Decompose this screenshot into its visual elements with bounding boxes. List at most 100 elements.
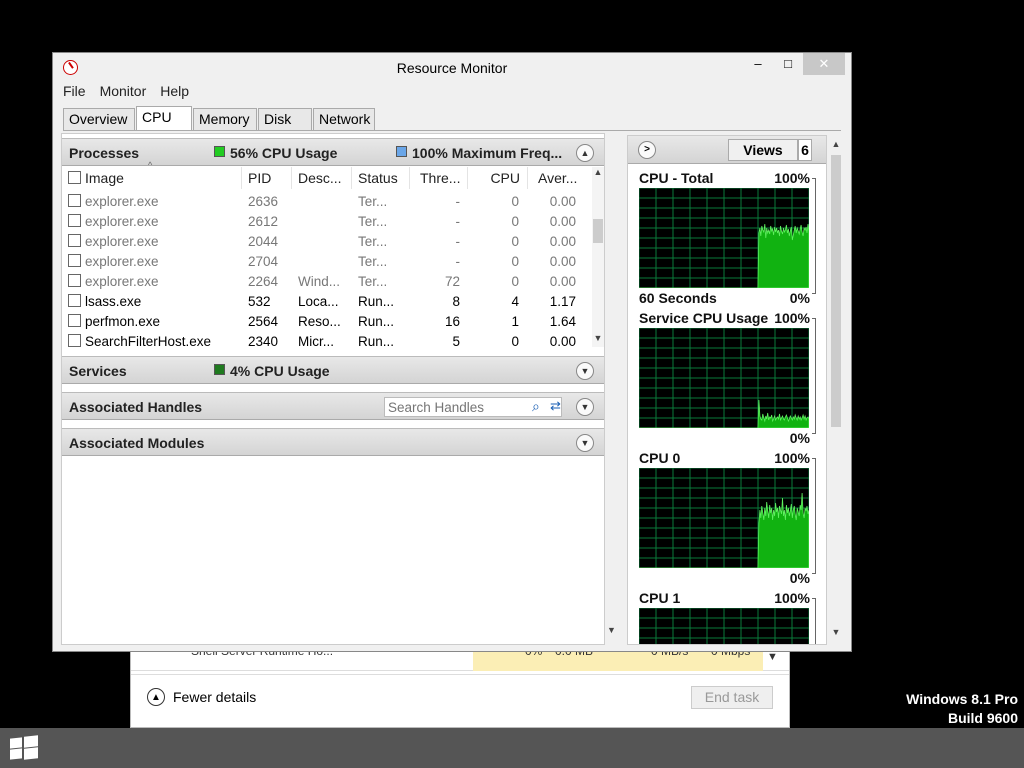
fewer-details-button[interactable]: ▲ Fewer details xyxy=(147,688,256,706)
column-threads[interactable]: Thre... xyxy=(410,167,468,189)
chevron-down-icon[interactable]: ▼ xyxy=(576,398,594,416)
process-row[interactable]: explorer.exe 2612 Ter... - 0 0.00 xyxy=(62,212,592,232)
process-status: Ter... xyxy=(358,254,388,269)
title-bar[interactable]: Resource Monitor – □ ✕ xyxy=(53,53,851,81)
modules-section-header[interactable]: Associated Modules ▼ xyxy=(62,428,604,456)
process-row[interactable]: perfmon.exe 2564 Reso... Run... 16 1 1.64 xyxy=(62,312,592,332)
menu-file[interactable]: File xyxy=(63,83,86,103)
process-checkbox[interactable] xyxy=(68,314,81,327)
refresh-icon[interactable]: ⇄ xyxy=(550,398,566,414)
scroll-thumb[interactable] xyxy=(593,219,603,243)
process-checkbox[interactable] xyxy=(68,234,81,247)
collapse-pane-icon[interactable]: > xyxy=(638,141,656,159)
tab-memory[interactable]: Memory xyxy=(193,108,257,130)
tab-network[interactable]: Network xyxy=(313,108,375,130)
process-status: Ter... xyxy=(358,234,388,249)
task-manager-footer: ▲ Fewer details End task xyxy=(131,674,789,724)
process-description: Loca... xyxy=(298,294,339,309)
start-button[interactable] xyxy=(10,735,38,760)
process-cpu: 4 xyxy=(511,294,519,309)
process-checkbox[interactable] xyxy=(68,214,81,227)
services-section-header[interactable]: Services 4% CPU Usage ▼ xyxy=(62,356,604,384)
processes-title: Processes xyxy=(69,145,140,161)
column-pid[interactable]: PID xyxy=(242,167,292,189)
process-average-cpu: 1.64 xyxy=(549,314,576,329)
process-row[interactable]: lsass.exe 532 Loca... Run... 8 4 1.17 xyxy=(62,292,592,312)
process-checkbox[interactable] xyxy=(68,334,81,347)
left-pane-scrollbar[interactable]: ▼ xyxy=(605,135,617,645)
close-button[interactable]: ✕ xyxy=(803,53,845,75)
process-pid: 2044 xyxy=(248,234,279,249)
select-all-checkbox[interactable] xyxy=(68,171,81,184)
process-average-cpu: 0.00 xyxy=(549,234,576,249)
process-image: explorer.exe xyxy=(85,214,159,229)
end-task-button[interactable]: End task xyxy=(691,686,773,709)
process-row[interactable]: explorer.exe 2264 Wind... Ter... 72 0 0.00 xyxy=(62,272,592,292)
menu-help[interactable]: Help xyxy=(160,83,189,103)
process-description: Wind... xyxy=(298,274,341,289)
usage-graph xyxy=(639,188,809,288)
processes-section-header[interactable]: Processes 56% CPU Usage 100% Maximum Fre… xyxy=(62,138,604,166)
maximize-button[interactable]: □ xyxy=(773,53,803,75)
scroll-down-icon[interactable]: ▼ xyxy=(829,627,843,637)
tab-bar: Overview CPU Memory Disk Network xyxy=(63,106,376,130)
cpu-usage-label: 56% CPU Usage xyxy=(230,145,338,161)
process-image: SearchFilterHost.exe xyxy=(85,334,212,349)
process-row[interactable]: explorer.exe 2636 Ter... - 0 0.00 xyxy=(62,192,592,212)
process-checkbox[interactable] xyxy=(68,194,81,207)
views-dropdown[interactable]: 6 xyxy=(798,139,812,161)
scroll-down-icon[interactable]: ▼ xyxy=(592,333,604,343)
chevron-down-icon[interactable]: ▼ xyxy=(576,362,594,380)
process-average-cpu: 0.00 xyxy=(549,254,576,269)
column-average-cpu[interactable]: Aver... xyxy=(528,167,584,189)
scroll-up-icon[interactable]: ▲ xyxy=(592,167,604,177)
tab-cpu[interactable]: CPU xyxy=(136,106,192,130)
process-pid: 2636 xyxy=(248,194,279,209)
chevron-up-icon[interactable]: ▲ xyxy=(576,144,594,162)
chevron-down-icon[interactable]: ▼ xyxy=(767,651,778,663)
process-row[interactable]: SearchFilterHost.exe 2340 Micr... Run... 5 0 0… xyxy=(62,332,592,352)
process-cpu: 0 xyxy=(511,214,519,229)
process-image: explorer.exe xyxy=(85,254,159,269)
column-image[interactable]: Image ^ xyxy=(62,160,242,189)
left-pane: Processes 56% CPU Usage 100% Maximum Fre… xyxy=(61,133,605,645)
scroll-thumb[interactable] xyxy=(831,155,841,427)
graph-max-label: 100% xyxy=(774,170,810,186)
taskbar xyxy=(0,728,1024,768)
processes-scrollbar[interactable]: ▲ ▼ xyxy=(592,167,604,347)
search-icon[interactable]: ⌕ xyxy=(532,398,546,414)
process-status: Run... xyxy=(358,334,395,349)
process-threads: - xyxy=(455,254,461,269)
graph-title: Service CPU Usage xyxy=(639,310,769,326)
process-row[interactable]: explorer.exe 2704 Ter... - 0 0.00 xyxy=(62,252,592,272)
graph-max-label: 100% xyxy=(774,450,810,466)
minimize-button[interactable]: – xyxy=(743,53,773,75)
column-description[interactable]: Desc... xyxy=(292,167,352,189)
tab-disk[interactable]: Disk xyxy=(258,108,312,130)
graphs-scrollbar[interactable]: ▲ ▼ xyxy=(829,135,843,645)
chevron-down-icon[interactable]: ▼ xyxy=(576,434,594,452)
scroll-down-icon[interactable]: ▼ xyxy=(607,625,616,635)
windows-logo-icon xyxy=(10,735,38,760)
views-button[interactable]: Views xyxy=(728,139,798,161)
graph-min-label: 0% xyxy=(789,290,810,306)
process-cpu: 0 xyxy=(511,274,519,289)
usage-graph xyxy=(639,468,809,568)
process-threads: 8 xyxy=(452,294,460,309)
process-checkbox[interactable] xyxy=(68,254,81,267)
process-average-cpu: 0.00 xyxy=(549,194,576,209)
process-average-cpu: 0.00 xyxy=(549,334,576,349)
process-threads: 16 xyxy=(444,314,460,329)
services-cpu-label: 4% CPU Usage xyxy=(230,363,330,379)
handles-section-header[interactable]: Associated Handles ⌕ ⇄ ▼ xyxy=(62,392,604,420)
tab-overview[interactable]: Overview xyxy=(63,108,135,130)
desktop: Shell Server Runtime Ho... 0% 0.0 MB 0 M… xyxy=(0,0,1024,768)
menu-monitor[interactable]: Monitor xyxy=(100,83,147,103)
process-checkbox[interactable] xyxy=(68,294,81,307)
process-row[interactable]: explorer.exe 2044 Ter... - 0 0.00 xyxy=(62,232,592,252)
process-checkbox[interactable] xyxy=(68,274,81,287)
column-cpu[interactable]: CPU xyxy=(468,167,528,189)
scroll-up-icon[interactable]: ▲ xyxy=(829,139,843,149)
column-status[interactable]: Status xyxy=(352,167,410,189)
graph-time-span: 60 Seconds xyxy=(639,290,717,306)
